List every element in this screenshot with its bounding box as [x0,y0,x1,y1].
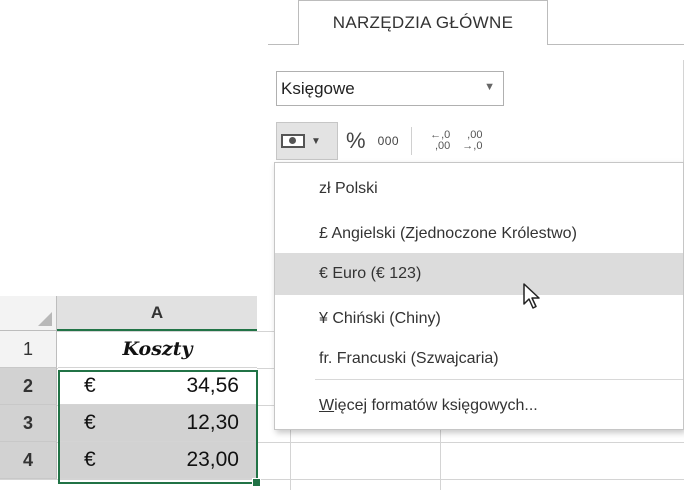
row-header[interactable]: 2 [0,368,57,405]
chevron-down-icon[interactable]: ▼ [484,81,495,93]
increase-decimal-icon: ←,0,00 [430,129,451,152]
tab-divider [268,44,299,45]
number-format-toolbar: ▼ % 000 ←,0,00 ,00 →,0 [276,122,482,160]
select-all-icon [38,312,52,326]
menu-item-label: ięcej formatów księgowych... [334,397,538,414]
row-header[interactable]: 1 [0,331,57,368]
menu-item-pln[interactable]: zł Polski [275,168,683,210]
percent-style-button[interactable]: % [346,128,366,154]
menu-item-gbp[interactable]: £ Angielski (Zjednoczone Królestwo) [275,213,683,255]
number-format-select[interactable]: Księgowe ▼ [276,71,504,106]
decrease-decimal-icon: ,00 →,0 [462,129,483,152]
selection-border [58,370,258,484]
accounting-format-button[interactable]: ▼ [276,122,338,160]
row-header[interactable]: 3 [0,405,57,442]
fill-handle[interactable] [252,478,261,487]
menu-item-more-formats[interactable]: Więcej formatów księgowych... [275,385,683,427]
mouse-pointer-icon [523,283,540,309]
toolbar-separator [411,127,413,155]
currency-bill-icon [281,134,305,148]
decrease-decimal-button[interactable]: ,00 →,0 [462,130,482,152]
column-header-a[interactable]: A [57,296,257,331]
menu-item-chf[interactable]: fr. Francuski (Szwajcaria) [275,338,683,380]
tab-home[interactable]: NARZĘDZIA GŁÓWNE [298,0,548,45]
menu-item-cny[interactable]: ¥ Chiński (Chiny) [275,298,683,340]
comma-style-button[interactable]: 000 [378,134,400,148]
accounting-format-menu: zł Polski £ Angielski (Zjednoczone Króle… [274,162,684,430]
chevron-down-icon[interactable]: ▼ [311,136,321,147]
access-key: W [319,397,335,414]
increase-decimal-button[interactable]: ←,0,00 [430,130,450,152]
number-format-value: Księgowe [281,78,355,98]
row-header[interactable]: 4 [0,442,57,479]
menu-item-eur[interactable]: € Euro (€ 123) [275,253,683,295]
cell-a1[interactable]: Koszty [58,331,257,368]
tab-divider [547,44,684,45]
menu-separator [315,379,683,380]
